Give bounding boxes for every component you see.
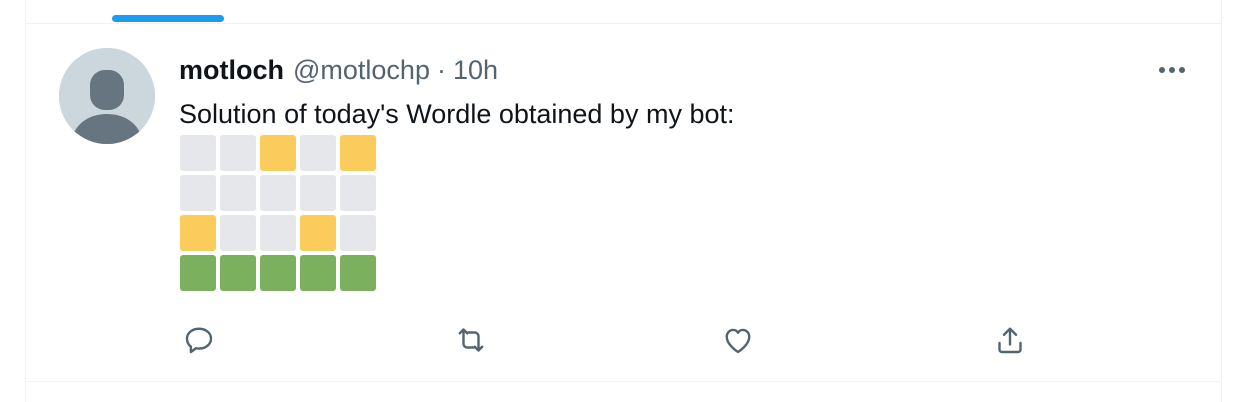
wordle-tile-green [180,255,216,291]
wordle-grid [180,135,376,291]
active-tab-indicator [112,15,224,22]
wordle-tile-green [300,255,336,291]
wordle-tile-gray [340,215,376,251]
wordle-tile-gray [220,175,256,211]
share-button[interactable] [990,320,1030,360]
wordle-tile-gray [220,135,256,171]
wordle-tile-gray [260,175,296,211]
retweet-button[interactable] [451,320,491,360]
timestamp[interactable]: 10h [453,52,498,88]
heart-icon [725,328,751,354]
wordle-tile-gray [180,175,216,211]
wordle-tile-green [220,255,256,291]
wordle-tile-gray [340,175,376,211]
wordle-tile-green [260,255,296,291]
reply-icon [185,327,213,354]
separator-dot: · [436,55,446,85]
retweet-icon [458,328,484,352]
wordle-tile-yellow [260,135,296,171]
more-button[interactable] [1152,56,1192,84]
user-handle[interactable]: @motlochp [293,52,430,88]
tweet-header: motloch @motlochp · 10h [179,52,498,88]
wordle-tile-gray [300,135,336,171]
wordle-tile-yellow [180,215,216,251]
like-button[interactable] [718,320,758,360]
bottom-divider [26,381,1221,382]
reply-button[interactable] [179,320,219,360]
wordle-tile-gray [180,135,216,171]
display-name[interactable]: motloch [179,52,284,88]
top-divider [26,23,1221,24]
tweet-text: Solution of today's Wordle obtained by m… [179,99,735,129]
wordle-tile-gray [260,215,296,251]
default-profile-icon [59,48,155,144]
more-horizontal-icon [1159,67,1185,73]
wordle-tile-gray [300,175,336,211]
wordle-tile-yellow [340,135,376,171]
wordle-tile-gray [220,215,256,251]
avatar[interactable] [59,48,155,144]
share-icon [998,327,1022,354]
wordle-tile-yellow [300,215,336,251]
wordle-tile-green [340,255,376,291]
